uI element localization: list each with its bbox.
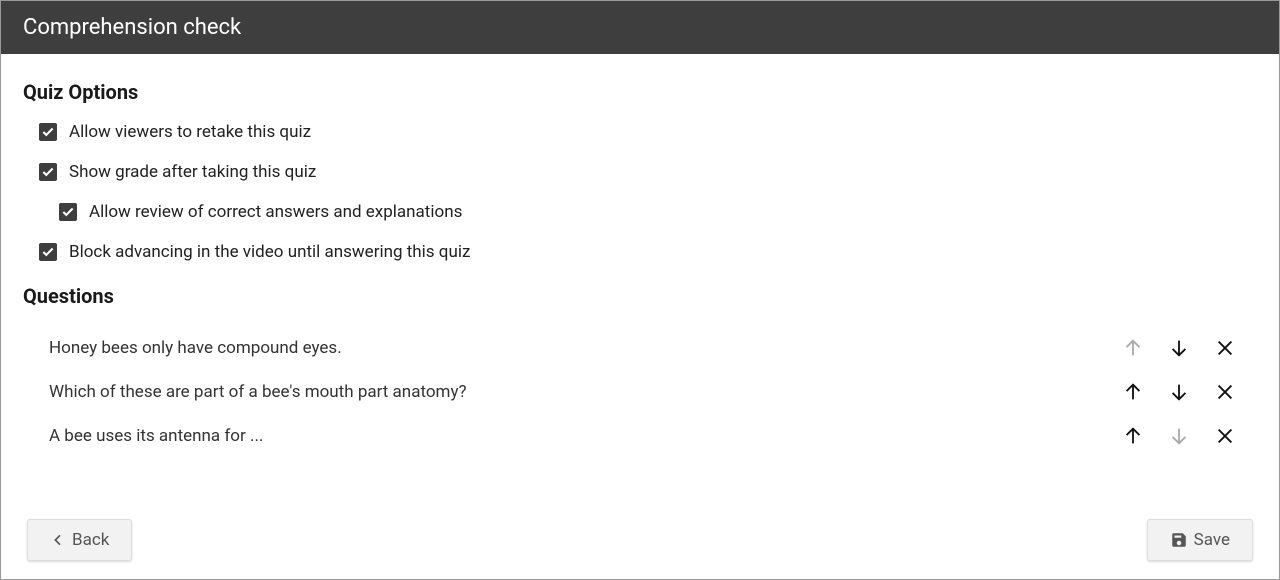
move-down-button: [1167, 424, 1191, 448]
arrow-up-icon: [1122, 381, 1144, 403]
checkbox-block-advance[interactable]: [39, 243, 57, 261]
question-text: A bee uses its antenna for ...: [49, 426, 263, 446]
check-icon: [41, 245, 55, 259]
checkbox-retake[interactable]: [39, 123, 57, 141]
checkbox-allow-review[interactable]: [59, 203, 77, 221]
question-actions: [1121, 380, 1251, 404]
delete-button[interactable]: [1213, 336, 1237, 360]
dialog-footer: Back Save: [1, 519, 1279, 561]
arrow-down-icon: [1168, 337, 1190, 359]
check-icon: [41, 165, 55, 179]
dialog-content: Quiz Options Allow viewers to retake thi…: [1, 54, 1279, 458]
save-button-label: Save: [1194, 530, 1230, 550]
check-icon: [61, 205, 75, 219]
dialog-title: Comprehension check: [23, 15, 241, 40]
move-down-button[interactable]: [1167, 380, 1191, 404]
option-retake-label: Allow viewers to retake this quiz: [69, 122, 311, 142]
question-text: Honey bees only have compound eyes.: [49, 338, 342, 358]
back-button-label: Back: [72, 530, 109, 550]
option-block-advance: Block advancing in the video until answe…: [23, 242, 1257, 262]
arrow-down-icon: [1168, 381, 1190, 403]
quiz-options-group: Allow viewers to retake this quiz Show g…: [23, 122, 1257, 262]
question-text: Which of these are part of a bee's mouth…: [49, 382, 467, 402]
option-retake: Allow viewers to retake this quiz: [23, 122, 1257, 142]
questions-list: Honey bees only have compound eyes. Whic…: [23, 326, 1257, 458]
question-row[interactable]: Honey bees only have compound eyes.: [23, 326, 1257, 370]
move-up-button[interactable]: [1121, 424, 1145, 448]
option-block-advance-label: Block advancing in the video until answe…: [69, 242, 470, 262]
delete-button[interactable]: [1213, 424, 1237, 448]
close-icon: [1214, 337, 1236, 359]
back-button[interactable]: Back: [27, 519, 132, 561]
move-up-button: [1121, 336, 1145, 360]
question-actions: [1121, 336, 1251, 360]
questions-heading: Questions: [23, 284, 1257, 308]
question-row[interactable]: A bee uses its antenna for ...: [23, 414, 1257, 458]
dialog-header: Comprehension check: [1, 1, 1279, 54]
chevron-left-icon: [50, 532, 66, 548]
delete-button[interactable]: [1213, 380, 1237, 404]
close-icon: [1214, 381, 1236, 403]
option-allow-review: Allow review of correct answers and expl…: [23, 202, 1257, 222]
move-down-button[interactable]: [1167, 336, 1191, 360]
question-actions: [1121, 424, 1251, 448]
move-up-button[interactable]: [1121, 380, 1145, 404]
question-row[interactable]: Which of these are part of a bee's mouth…: [23, 370, 1257, 414]
arrow-up-icon: [1122, 337, 1144, 359]
option-allow-review-label: Allow review of correct answers and expl…: [89, 202, 462, 222]
arrow-up-icon: [1122, 425, 1144, 447]
save-button[interactable]: Save: [1147, 519, 1253, 561]
checkbox-show-grade[interactable]: [39, 163, 57, 181]
option-show-grade: Show grade after taking this quiz: [23, 162, 1257, 182]
close-icon: [1214, 425, 1236, 447]
quiz-options-heading: Quiz Options: [23, 80, 1257, 104]
option-show-grade-label: Show grade after taking this quiz: [69, 162, 316, 182]
arrow-down-icon: [1168, 425, 1190, 447]
save-icon: [1170, 531, 1188, 549]
check-icon: [41, 125, 55, 139]
